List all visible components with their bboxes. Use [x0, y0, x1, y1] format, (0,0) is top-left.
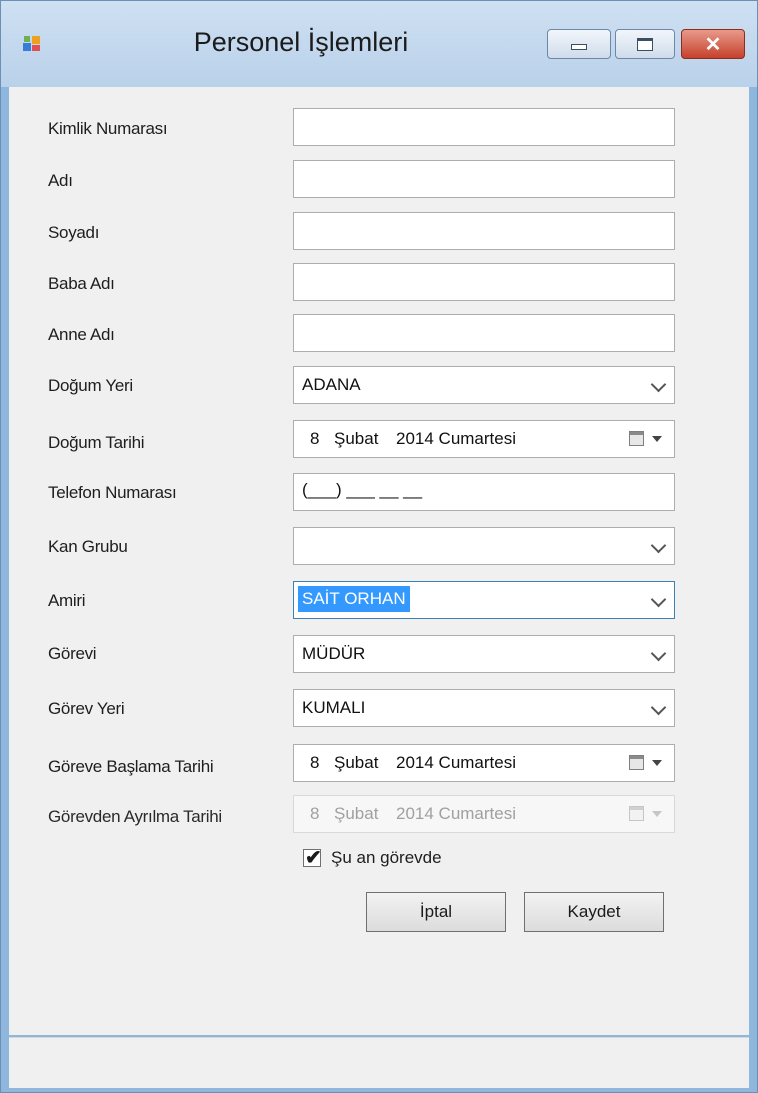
soyadi-input[interactable]	[293, 212, 675, 250]
label-anne-adi: Anne Adı	[48, 325, 115, 344]
status-bar	[9, 1037, 749, 1088]
label-gorevi: Görevi	[48, 644, 97, 663]
chevron-down-icon[interactable]	[650, 376, 667, 393]
gorevi-value: MÜDÜR	[302, 644, 366, 663]
chevron-down-icon[interactable]	[650, 537, 667, 554]
label-gorev-yeri: Görev Yeri	[48, 699, 125, 718]
dogum-tarihi-picker[interactable]: 8 Şubat 2014 Cumartesi	[293, 420, 675, 458]
calendar-icon	[629, 806, 644, 821]
gorev-yeri-value: KUMALI	[302, 698, 366, 717]
anne-adi-input[interactable]	[293, 314, 675, 352]
minimize-button[interactable]	[547, 29, 611, 59]
label-dogum-yeri: Doğum Yeri	[48, 376, 133, 395]
cancel-button[interactable]: İptal	[366, 892, 506, 932]
calendar-icon[interactable]	[629, 431, 644, 446]
chevron-down-icon[interactable]	[650, 591, 667, 608]
adi-input[interactable]	[293, 160, 675, 198]
kan-grubu-select[interactable]	[293, 527, 675, 565]
gorevi-select[interactable]: MÜDÜR	[293, 635, 675, 673]
date-month: Şubat	[334, 429, 379, 448]
date-day: 8	[310, 753, 320, 772]
amiri-select[interactable]: SAİT ORHAN	[293, 581, 675, 619]
dropdown-arrow-icon[interactable]	[652, 760, 662, 766]
amiri-value: SAİT ORHAN	[298, 586, 410, 612]
label-kimlik-numarasi: Kimlik Numarası	[48, 119, 168, 138]
dogum-yeri-select[interactable]: ADANA	[293, 366, 675, 404]
maximize-button[interactable]	[615, 29, 675, 59]
label-baba-adi: Baba Adı	[48, 274, 115, 293]
dropdown-arrow-icon[interactable]	[652, 436, 662, 442]
window-title: Personel İşlemleri	[193, 27, 409, 57]
label-soyadi: Soyadı	[48, 223, 100, 242]
title-bar[interactable]: Personel İşlemleri ✕	[1, 1, 757, 87]
label-adi: Adı	[48, 171, 73, 190]
date-month: Şubat	[334, 753, 379, 772]
su-an-gorevde-label[interactable]: Şu an görevde	[331, 848, 442, 868]
date-year-weekday: 2014 Cumartesi	[396, 429, 517, 448]
date-year-weekday: 2014 Cumartesi	[396, 804, 517, 823]
date-year-weekday: 2014 Cumartesi	[396, 753, 517, 772]
save-button[interactable]: Kaydet	[524, 892, 664, 932]
chevron-down-icon[interactable]	[650, 699, 667, 716]
window: Personel İşlemleri ✕ Kimlik Numarası Adı…	[0, 0, 758, 1093]
close-icon: ✕	[704, 34, 722, 56]
label-amiri: Amiri	[48, 591, 86, 610]
minimize-icon	[571, 44, 587, 50]
goreve-baslama-tarihi-picker[interactable]: 8 Şubat 2014 Cumartesi	[293, 744, 675, 782]
label-telefon-numarasi: Telefon Numarası	[48, 483, 177, 502]
label-gorevden-ayrilma-tarihi: Görevden Ayrılma Tarihi	[48, 807, 222, 826]
telefon-numarasi-input[interactable]: (___) ___ __ __	[293, 473, 675, 511]
date-day: 8	[310, 429, 320, 448]
su-an-gorevde-checkbox[interactable]: ✔	[303, 847, 322, 869]
checkmark-icon: ✔	[305, 847, 322, 869]
app-icon	[23, 36, 40, 51]
date-month: Şubat	[334, 804, 379, 823]
chevron-down-icon[interactable]	[650, 645, 667, 662]
label-dogum-tarihi: Doğum Tarihi	[48, 433, 145, 452]
label-goreve-baslama-tarihi: Göreve Başlama Tarihi	[48, 757, 214, 776]
dropdown-arrow-icon	[652, 811, 662, 817]
kimlik-numarasi-input[interactable]	[293, 108, 675, 146]
date-day: 8	[310, 804, 320, 823]
maximize-icon	[637, 38, 653, 51]
baba-adi-input[interactable]	[293, 263, 675, 301]
calendar-icon[interactable]	[629, 755, 644, 770]
label-kan-grubu: Kan Grubu	[48, 537, 128, 556]
gorev-yeri-select[interactable]: KUMALI	[293, 689, 675, 727]
gorevden-ayrilma-tarihi-picker: 8 Şubat 2014 Cumartesi	[293, 795, 675, 833]
dogum-yeri-value: ADANA	[302, 375, 361, 394]
close-button[interactable]: ✕	[681, 29, 745, 59]
